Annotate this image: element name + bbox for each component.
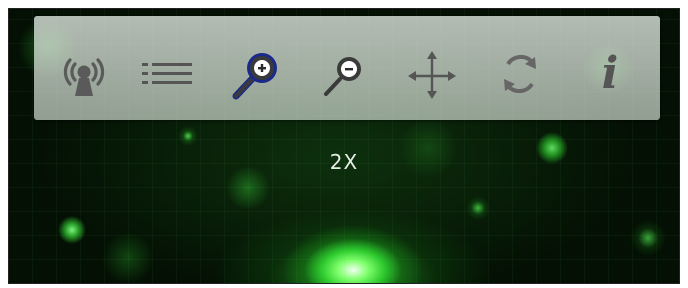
toolbar: i (34, 16, 660, 120)
zoom-level-label: 2X (329, 150, 359, 174)
zoom-out-icon (324, 57, 361, 96)
list-button[interactable] (140, 46, 196, 102)
info-button[interactable]: i (582, 46, 638, 102)
list-icon (142, 63, 192, 84)
move-icon (408, 51, 456, 99)
zoom-in-icon (232, 53, 277, 100)
rotate-button[interactable] (492, 46, 548, 102)
image-viewport[interactable]: i 2X (8, 8, 680, 284)
broadcast-icon (63, 58, 105, 96)
broadcast-button[interactable] (56, 46, 112, 102)
zoom-out-button[interactable] (316, 46, 372, 102)
move-button[interactable] (404, 46, 460, 102)
rotate-icon (504, 54, 536, 94)
zoom-in-button[interactable] (228, 46, 284, 102)
info-icon: i (601, 48, 619, 99)
